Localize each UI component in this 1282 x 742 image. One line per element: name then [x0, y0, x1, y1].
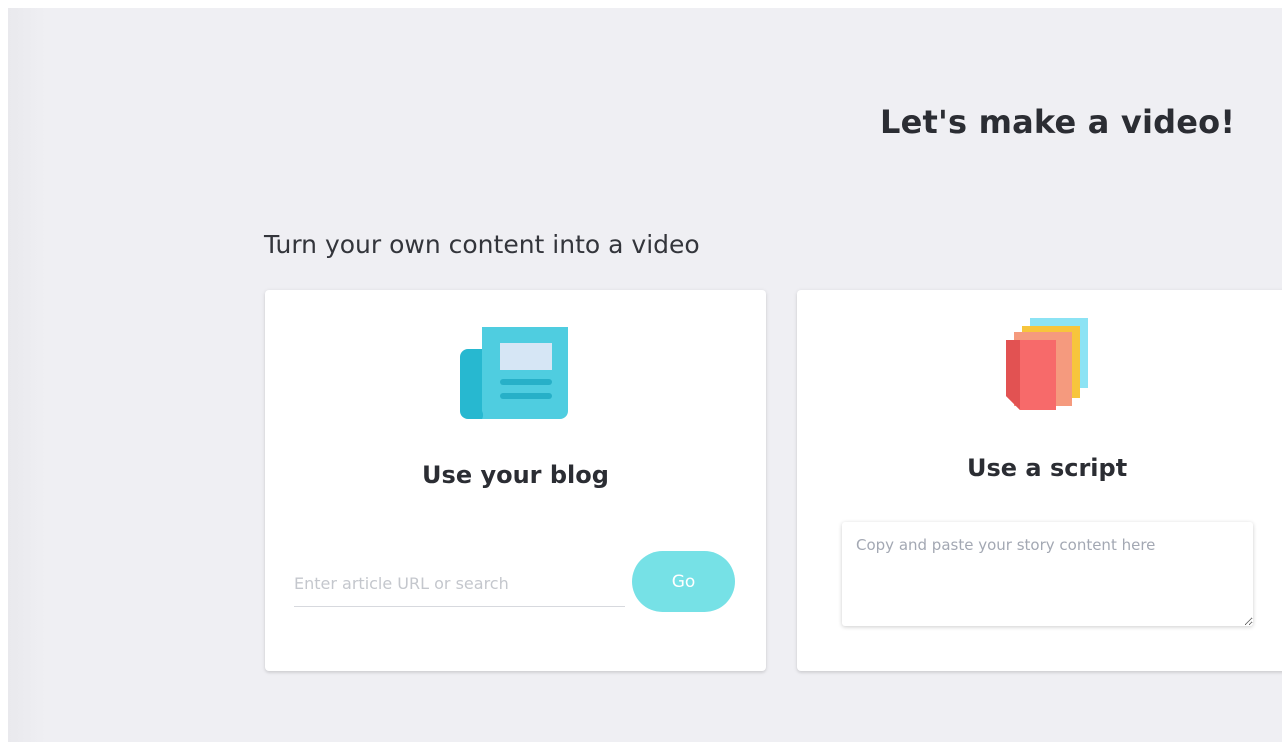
script-card[interactable]: Use a script: [797, 290, 1282, 671]
left-shade: [8, 8, 46, 742]
newspaper-icon: [460, 327, 568, 419]
blog-card-title: Use your blog: [422, 461, 609, 489]
script-textarea[interactable]: [842, 522, 1253, 626]
script-card-title: Use a script: [967, 454, 1128, 482]
page-title: Let's make a video!: [880, 103, 1236, 141]
stacked-pages-icon: [1006, 318, 1088, 410]
app-frame: Let's make a video! Turn your own conten…: [8, 8, 1282, 742]
article-url-input[interactable]: [294, 560, 625, 607]
blog-card[interactable]: Use your blog Go: [265, 290, 766, 671]
section-title: Turn your own content into a video: [264, 230, 700, 259]
go-button[interactable]: Go: [632, 551, 735, 612]
